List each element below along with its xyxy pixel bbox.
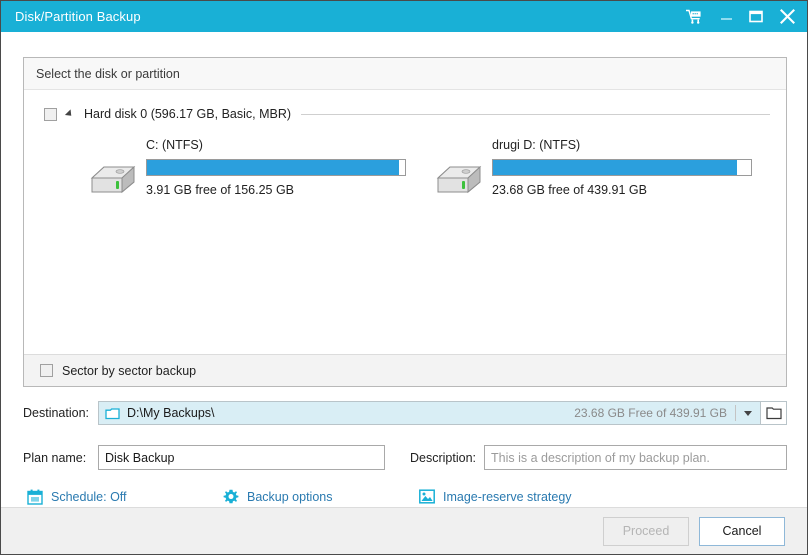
dialog-body: Select the disk or partition Hard disk 0…	[1, 32, 807, 554]
disk-selection-panel: Select the disk or partition Hard disk 0…	[23, 57, 787, 387]
partition-item[interactable]: drugi D: (NTFS) 23.68 GB free of 439.91 …	[430, 138, 776, 200]
partition-list: C: (NTFS) 3.91 GB free of 156.25 GB drug…	[84, 138, 776, 200]
folder-open-icon	[765, 406, 782, 419]
hard-disk-label: Hard disk 0 (596.17 GB, Basic, MBR)	[84, 107, 292, 121]
partition-info: drugi D: (NTFS) 23.68 GB free of 439.91 …	[492, 138, 752, 197]
partition-usage-bar	[492, 159, 752, 176]
proceed-button[interactable]: Proceed	[603, 516, 689, 546]
window-title: Disk/Partition Backup	[15, 9, 141, 24]
description-input[interactable]	[484, 445, 787, 470]
panel-content: Hard disk 0 (596.17 GB, Basic, MBR) C: (…	[24, 90, 786, 354]
destination-row: Destination: D:\My Backups\ 23.68 GB Fre…	[23, 401, 787, 425]
partition-usage-bar	[146, 159, 406, 176]
cart-icon[interactable]	[677, 1, 711, 32]
schedule-link[interactable]: Schedule: Off	[27, 489, 127, 505]
backup-options-link[interactable]: Backup options	[223, 489, 332, 505]
calendar-icon	[27, 489, 43, 505]
disk-partition-backup-window: Disk/Partition Backup Select the disk or…	[0, 0, 808, 555]
chevron-down-icon[interactable]	[736, 402, 760, 424]
browse-folder-button[interactable]	[761, 401, 787, 425]
window-controls	[677, 1, 807, 32]
hard-drive-icon	[430, 156, 486, 200]
hard-drive-icon	[84, 156, 140, 200]
plan-name-input[interactable]	[98, 445, 385, 470]
maximize-icon[interactable]	[741, 1, 771, 32]
collapse-triangle-icon[interactable]	[64, 109, 75, 119]
plan-name-label: Plan name:	[23, 450, 87, 465]
partition-name: C: (NTFS)	[146, 138, 203, 152]
sector-backup-checkbox[interactable]	[40, 364, 53, 377]
partition-free-text: 23.68 GB free of 439.91 GB	[492, 183, 647, 197]
panel-header: Select the disk or partition	[24, 58, 786, 90]
partition-usage-fill	[493, 160, 738, 175]
image-reserve-strategy-link-label: Image-reserve strategy	[443, 489, 572, 504]
description-label: Description:	[410, 450, 476, 465]
partition-free-text: 3.91 GB free of 156.25 GB	[146, 183, 295, 197]
sector-backup-label: Sector by sector backup	[62, 363, 197, 378]
minimize-icon[interactable]	[711, 1, 741, 32]
hard-disk-checkbox[interactable]	[44, 107, 57, 121]
backup-options-link-label: Backup options	[247, 490, 333, 504]
schedule-link-label: Schedule: Off	[51, 490, 127, 504]
dialog-footer: Proceed Cancel	[1, 507, 807, 554]
close-icon[interactable]	[771, 1, 803, 32]
cancel-button[interactable]: Cancel	[699, 516, 785, 546]
folder-icon	[105, 407, 120, 419]
destination-free-space: 23.68 GB Free of 439.91 GB	[574, 406, 727, 420]
plan-row: Plan name: Description:	[23, 445, 787, 470]
title-bar: Disk/Partition Backup	[1, 1, 807, 32]
partition-name: drugi D: (NTFS)	[492, 138, 581, 152]
partition-item[interactable]: C: (NTFS) 3.91 GB free of 156.25 GB	[84, 138, 430, 200]
sector-backup-row: Sector by sector backup	[24, 354, 786, 386]
destination-path-text: D:\My Backups\	[127, 406, 215, 420]
image-reserve-strategy-link[interactable]: Image-reserve strategy	[419, 489, 572, 504]
partition-info: C: (NTFS) 3.91 GB free of 156.25 GB	[146, 138, 406, 197]
hard-disk-group-row: Hard disk 0 (596.17 GB, Basic, MBR)	[44, 104, 770, 124]
panel-header-label: Select the disk or partition	[36, 66, 180, 81]
disk-divider	[301, 113, 770, 115]
gear-icon	[223, 489, 239, 504]
destination-field[interactable]: D:\My Backups\ 23.68 GB Free of 439.91 G…	[98, 401, 761, 425]
partition-usage-fill	[147, 160, 399, 175]
destination-label: Destination:	[23, 406, 90, 420]
image-icon	[419, 489, 435, 504]
